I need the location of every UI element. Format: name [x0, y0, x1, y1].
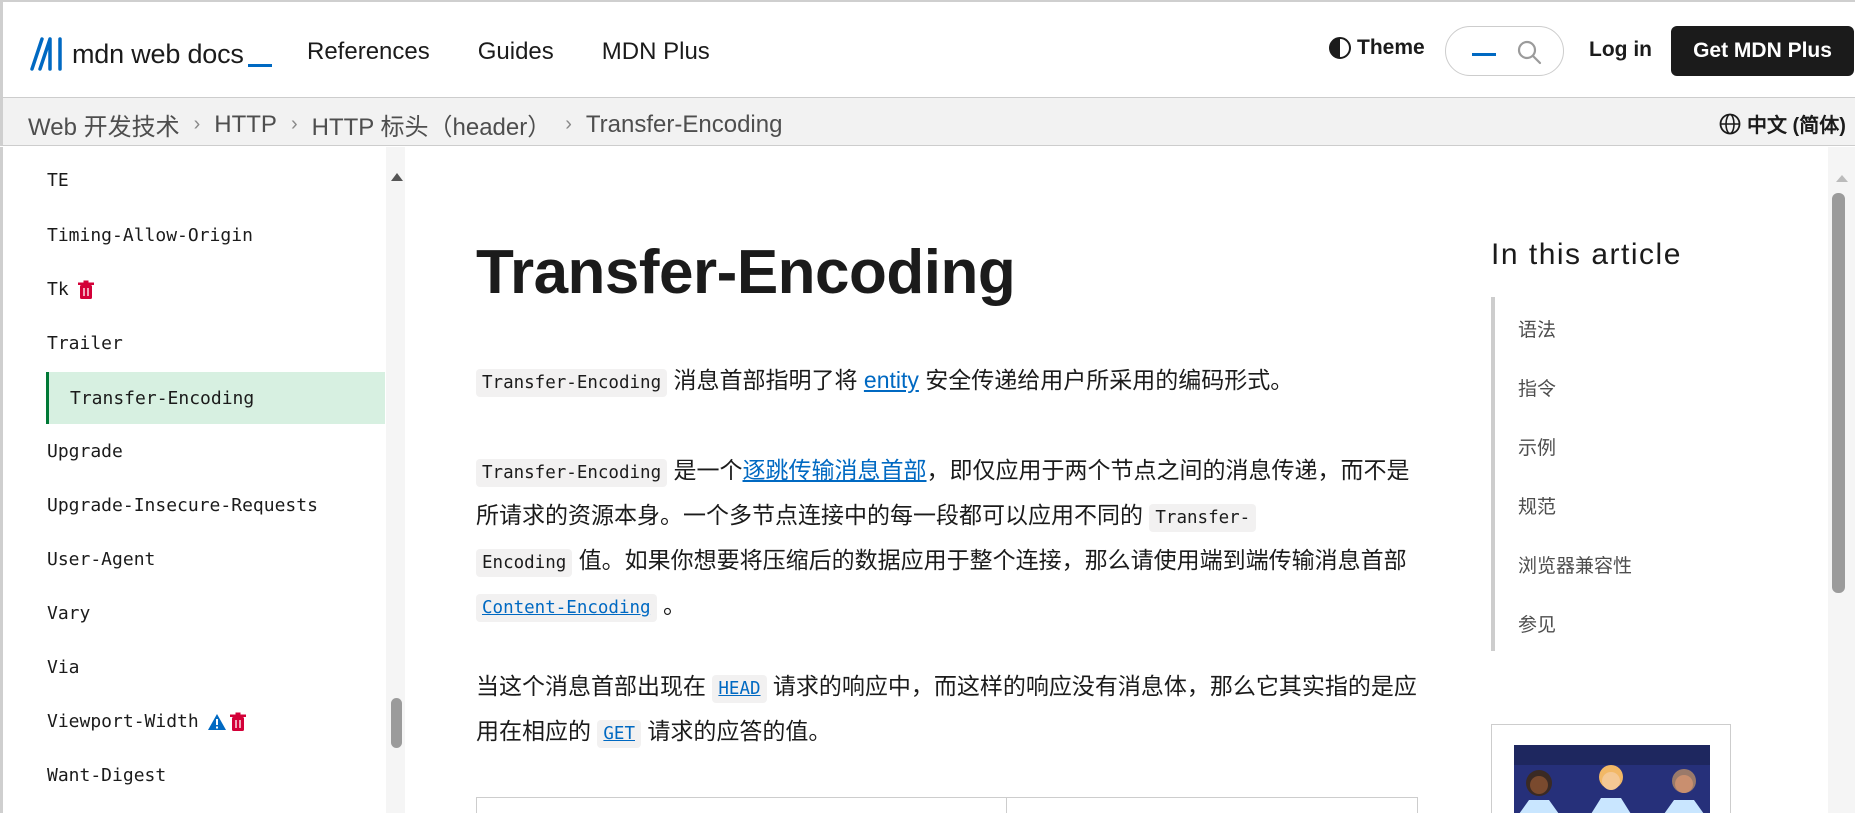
table-of-contents: 语法 指令 示例 规范 浏览器兼容性 参见 [1491, 297, 1721, 651]
theme-label: Theme [1357, 36, 1425, 59]
inline-code: Transfer-Encoding [476, 459, 668, 487]
paragraph-text: 请求的应答的值。 [641, 718, 832, 744]
page-title: Transfer-Encoding [476, 238, 1016, 307]
search-icon[interactable] [1516, 39, 1542, 65]
ad-illustration [1514, 745, 1710, 813]
search-cursor [1472, 53, 1496, 56]
theme-contrast-icon [1329, 37, 1351, 59]
paragraph-text: 值。如果你想要将压缩后的数据应用于整个连接，那么请使用端到端传输消息首部 [572, 547, 1407, 573]
entity-link[interactable]: entity [864, 367, 919, 393]
toc-item-browser-compatibility[interactable]: 浏览器兼容性 [1518, 551, 1632, 578]
sidebar-item-label: Tk [47, 279, 69, 300]
header-info-table [476, 797, 1418, 813]
sidebar-item-via[interactable]: Via [47, 657, 80, 678]
language-switcher[interactable]: 中文 (简体) [1719, 109, 1846, 138]
breadcrumb-item-current[interactable]: Transfer-Encoding [586, 111, 783, 139]
warning-icon [207, 713, 226, 730]
sidebar-item-te[interactable]: TE [47, 170, 69, 191]
sidebar-item-label: Trailer [47, 333, 123, 354]
article-paragraph-2: Transfer-Encoding 是一个逐跳传输消息首部，即仅应用于两个节点之… [476, 449, 1421, 629]
article-paragraph-1: Transfer-Encoding 消息首部指明了将 entity 安全传递给用… [476, 359, 1421, 404]
table-divider [1006, 798, 1007, 813]
sidebar-item-tk[interactable]: Tk [47, 279, 95, 300]
sidebar-item-want-digest[interactable]: Want-Digest [47, 765, 166, 786]
inline-code: Transfer-Encoding [476, 369, 668, 397]
paragraph-text: 是一个 [667, 457, 743, 483]
toc-item-directives[interactable]: 指令 [1518, 374, 1556, 401]
nav-guides[interactable]: Guides [478, 34, 554, 70]
sidebar-ad[interactable] [1491, 724, 1731, 813]
sidebar-scrollbar-thumb[interactable] [391, 698, 402, 748]
sidebar-item-viewport-width[interactable]: Viewport-Width [47, 711, 247, 732]
breadcrumb-bar: Web 开发技术 › HTTP › HTTP 标头（header） › Tran… [0, 98, 1855, 146]
sidebar-item-upgrade[interactable]: Upgrade [47, 441, 123, 462]
paragraph-text: 安全传递给用户所采用的编码形式。 [918, 367, 1294, 393]
toc-item-specifications[interactable]: 规范 [1518, 492, 1556, 519]
search-input[interactable] [1445, 26, 1564, 76]
sidebar-item-label: TE [47, 170, 69, 191]
mdn-logo-mark-icon [30, 37, 62, 71]
sidebar-item-transfer-encoding[interactable]: Transfer-Encoding [46, 372, 385, 424]
language-label: 中文 (简体) [1747, 115, 1846, 137]
sidebar-item-label: User-Agent [47, 549, 156, 570]
logo-underscore [247, 63, 272, 67]
sidebar-item-label: Upgrade-Insecure-Requests [47, 495, 318, 516]
sidebar-item-timing-allow-origin[interactable]: Timing-Allow-Origin [47, 225, 253, 246]
sidebar-item-label: Want-Digest [47, 765, 167, 786]
globe-icon [1719, 113, 1741, 134]
trash-icon [229, 712, 246, 731]
sidebar-item-label: Vary [47, 603, 91, 624]
toc-item-see-also[interactable]: 参见 [1518, 610, 1556, 637]
sidebar-item-vary[interactable]: Vary [47, 603, 90, 624]
theme-button[interactable]: Theme [1329, 36, 1425, 60]
sidebar-item-label: Via [47, 657, 80, 678]
inline-code: Encoding [476, 549, 573, 577]
sidebar-item-user-agent[interactable]: User-Agent [47, 549, 155, 570]
scroll-up-arrow-icon[interactable] [391, 173, 403, 181]
breadcrumb-item-http[interactable]: HTTP [214, 111, 277, 139]
head-method-link[interactable]: HEAD [712, 675, 767, 703]
inline-code: Transfer- [1149, 504, 1257, 532]
paragraph-text: 当这个消息首部出现在 [476, 673, 713, 699]
login-link[interactable]: Log in [1589, 38, 1652, 62]
sidebar-item-label: Viewport-Width [47, 711, 199, 732]
article-paragraph-3: 当这个消息首部出现在 HEAD 请求的响应中，而这样的响应没有消息体，那么它其实… [476, 665, 1421, 755]
trash-icon [77, 280, 94, 299]
hop-by-hop-header-link[interactable]: 逐跳传输消息首部 [743, 457, 927, 483]
toc-item-examples[interactable]: 示例 [1518, 433, 1556, 460]
sidebar-item-upgrade-insecure-requests[interactable]: Upgrade-Insecure-Requests [47, 495, 318, 516]
get-mdn-plus-button[interactable]: Get MDN Plus [1671, 26, 1854, 76]
sidebar-item-label: Timing-Allow-Origin [47, 225, 253, 246]
chevron-right-icon: › [565, 113, 572, 135]
sidebar-item-label: Upgrade [47, 441, 123, 462]
main-nav: References Guides MDN Plus [307, 34, 758, 70]
logo-text: mdn web docs [72, 38, 244, 69]
content-encoding-link[interactable]: Content-Encoding [476, 594, 657, 622]
toc-title: In this article [1491, 238, 1682, 271]
toc-item-syntax[interactable]: 语法 [1518, 315, 1556, 342]
sidebar-item-trailer[interactable]: Trailer [47, 333, 123, 354]
page-scrollbar-thumb[interactable] [1832, 193, 1845, 593]
nav-mdn-plus[interactable]: MDN Plus [602, 34, 710, 70]
top-navigation-bar: mdn web docs References Guides MDN Plus … [0, 0, 1855, 98]
get-method-link[interactable]: GET [597, 720, 641, 748]
breadcrumb: Web 开发技术 › HTTP › HTTP 标头（header） › Tran… [28, 107, 782, 142]
chevron-right-icon: › [193, 113, 201, 135]
breadcrumb-item-web[interactable]: Web 开发技术 [28, 107, 180, 142]
nav-references[interactable]: References [307, 34, 430, 70]
paragraph-text: 消息首部指明了将 [667, 367, 864, 393]
scroll-up-arrow-icon[interactable] [1836, 175, 1848, 182]
mdn-logo[interactable]: mdn web docs [30, 34, 272, 74]
sidebar: TE Timing-Allow-Origin Tk Trailer Transf… [0, 147, 405, 813]
chevron-right-icon: › [290, 113, 298, 135]
breadcrumb-item-http-headers[interactable]: HTTP 标头（header） [312, 107, 552, 142]
paragraph-text: 。 [656, 592, 686, 618]
sidebar-item-label: Transfer-Encoding [70, 387, 255, 409]
